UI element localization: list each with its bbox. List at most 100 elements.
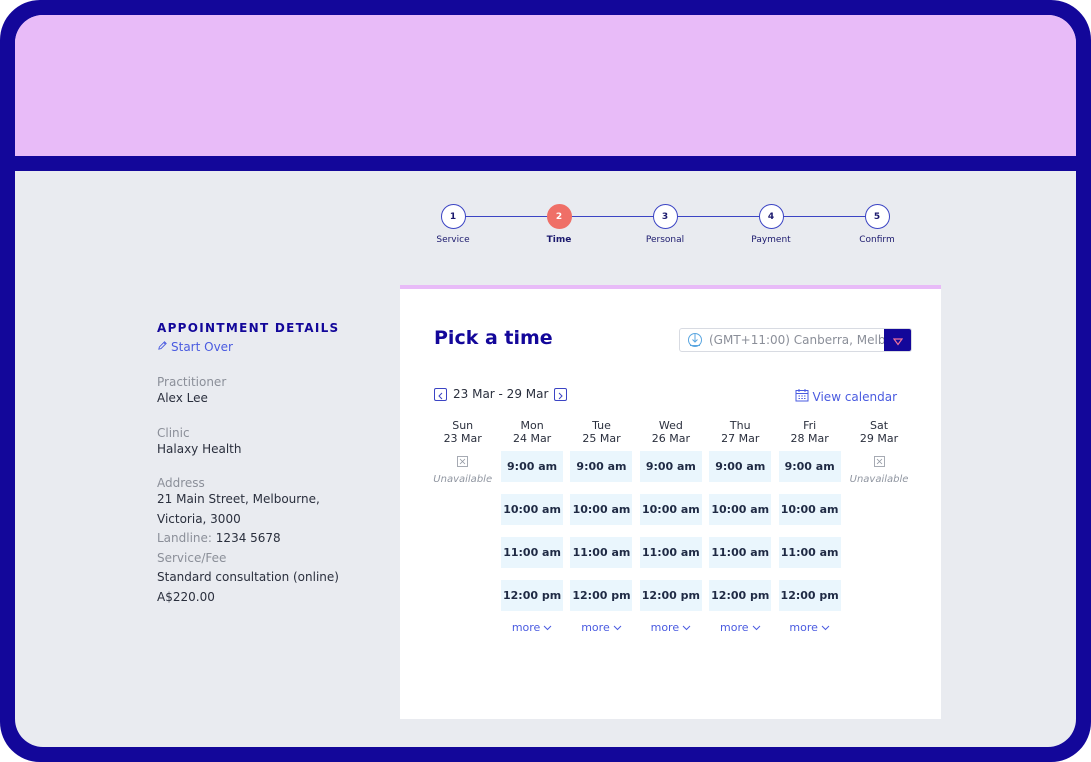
step-time[interactable]: 2 Time	[529, 204, 589, 245]
day-name: Wed	[658, 419, 683, 432]
prev-week-button[interactable]	[434, 385, 447, 404]
time-slot-button[interactable]: 11:00 am	[570, 537, 633, 568]
day-column-sun: Sun 23 Mar Unavailable	[428, 419, 497, 634]
time-picker-panel: Pick a time (GMT+11:00) Canberra, Melbou…	[400, 285, 941, 719]
day-date: 26 Mar	[651, 432, 690, 445]
day-date: 29 Mar	[859, 432, 899, 445]
address-label: Address	[157, 476, 205, 490]
more-times-link[interactable]: more	[512, 621, 553, 634]
day-date: 27 Mar	[721, 432, 760, 445]
chevron-down-icon	[543, 621, 552, 634]
step-payment[interactable]: 4 Payment	[741, 204, 801, 245]
landline-value: 1234 5678	[215, 531, 281, 545]
time-slots: 9:00 am 10:00 am 11:00 am 12:00 pm	[709, 451, 772, 611]
day-date: 25 Mar	[582, 432, 621, 445]
more-label: more	[789, 621, 818, 634]
day-column-sat: Sat 29 Mar Unavailable	[844, 419, 913, 634]
step-number: 1	[440, 204, 466, 229]
time-slot-button[interactable]: 10:00 am	[778, 494, 841, 525]
chevron-down-icon	[821, 621, 830, 634]
day-date: 28 Mar	[790, 432, 829, 445]
unavailable-icon	[873, 452, 885, 471]
unavailable-indicator: Unavailable	[433, 452, 492, 485]
day-name: Fri	[803, 419, 817, 432]
unavailable-icon	[457, 452, 469, 471]
start-over-label: Start Over	[171, 340, 233, 354]
time-slot-button[interactable]: 12:00 pm	[639, 580, 702, 611]
time-slot-button[interactable]: 9:00 am	[501, 451, 564, 482]
address-value: 21 Main Street, Melbourne, Victoria, 300…	[157, 492, 320, 526]
time-slot-button[interactable]: 9:00 am	[778, 451, 841, 482]
step-personal[interactable]: 3 Personal	[635, 204, 695, 245]
service-label: Service/Fee	[157, 550, 227, 565]
next-week-button[interactable]	[554, 385, 568, 404]
time-slot-button[interactable]: 10:00 am	[639, 494, 702, 525]
booking-stepper: 1 Service 2 Time 3 Personal 4 Payment 5 …	[15, 15, 1076, 275]
device-frame: 1 Service 2 Time 3 Personal 4 Payment 5 …	[0, 0, 1091, 762]
timezone-globe-icon	[684, 332, 706, 348]
app-screen: 1 Service 2 Time 3 Personal 4 Payment 5 …	[15, 15, 1076, 747]
more-times-link[interactable]: more	[581, 621, 622, 634]
clinic-value: Halaxy Health	[157, 441, 242, 456]
time-slot-button[interactable]: 9:00 am	[709, 451, 772, 482]
chevron-right-icon	[557, 385, 564, 404]
time-slot-button[interactable]: 10:00 am	[709, 494, 772, 525]
landline-label: Landline:	[157, 531, 212, 545]
chevron-left-icon	[437, 385, 444, 404]
time-slots: 9:00 am 10:00 am 11:00 am 12:00 pm	[570, 451, 633, 611]
view-calendar-link[interactable]: View calendar	[795, 388, 897, 405]
time-slot-button[interactable]: 11:00 am	[778, 537, 841, 568]
time-slot-button[interactable]: 10:00 am	[570, 494, 633, 525]
step-confirm[interactable]: 5 Confirm	[847, 204, 907, 245]
step-label: Service	[436, 235, 470, 245]
time-slots: 9:00 am 10:00 am 11:00 am 12:00 pm	[778, 451, 841, 611]
service-value: Standard consultation (online)	[157, 570, 339, 584]
step-number: 4	[758, 204, 784, 229]
time-slot-button[interactable]: 10:00 am	[501, 494, 564, 525]
unavailable-label: Unavailable	[433, 474, 493, 485]
calendar-icon	[795, 388, 809, 405]
chevron-down-icon	[892, 331, 903, 350]
step-number: 2	[546, 204, 572, 229]
time-slot-button[interactable]: 12:00 pm	[570, 580, 633, 611]
timezone-value: (GMT+11:00) Canberra, Melbourne, Sydney	[709, 333, 884, 347]
more-times-link[interactable]: more	[720, 621, 761, 634]
start-over-link[interactable]: Start Over	[157, 340, 377, 354]
time-slot-button[interactable]: 11:00 am	[709, 537, 772, 568]
time-slots: 9:00 am 10:00 am 11:00 am 12:00 pm	[501, 451, 564, 611]
step-label: Time	[546, 235, 572, 245]
day-name: Thu	[729, 419, 751, 432]
practitioner-label: Practitioner	[157, 375, 227, 389]
time-slot-button[interactable]: 9:00 am	[570, 451, 633, 482]
pencil-icon	[157, 340, 168, 354]
more-times-link[interactable]: more	[789, 621, 830, 634]
week-days: Sun 23 Mar Unavailable Mon 24 Mar 9:00 a…	[428, 419, 914, 634]
appointment-details: APPOINTMENT DETAILS Start Over Practitio…	[157, 321, 377, 607]
timezone-select[interactable]: (GMT+11:00) Canberra, Melbourne, Sydney	[679, 328, 912, 352]
day-column-tue: Tue 25 Mar 9:00 am 10:00 am 11:00 am 12:…	[567, 419, 636, 634]
chevron-down-icon	[613, 621, 622, 634]
step-label: Confirm	[859, 235, 895, 245]
time-slot-button[interactable]: 11:00 am	[639, 537, 702, 568]
step-number: 5	[864, 204, 890, 229]
time-slot-button[interactable]: 9:00 am	[639, 451, 702, 482]
step-label: Personal	[645, 235, 685, 245]
time-slot-button[interactable]: 12:00 pm	[501, 580, 564, 611]
unavailable-label: Unavailable	[849, 474, 909, 485]
chevron-down-icon	[752, 621, 761, 634]
more-label: more	[511, 621, 541, 634]
details-heading: APPOINTMENT DETAILS	[157, 321, 340, 335]
more-times-link[interactable]: more	[651, 621, 692, 634]
day-date: 24 Mar	[512, 432, 552, 445]
time-slot-button[interactable]: 12:00 pm	[778, 580, 841, 611]
day-column-fri: Fri 28 Mar 9:00 am 10:00 am 11:00 am 12:…	[775, 419, 844, 634]
timezone-dropdown-button[interactable]	[884, 329, 911, 351]
time-slot-button[interactable]: 11:00 am	[501, 537, 564, 568]
chevron-down-icon	[682, 621, 691, 634]
time-slot-button[interactable]: 12:00 pm	[709, 580, 772, 611]
day-date: 23 Mar	[443, 432, 482, 445]
clinic-label: Clinic	[157, 425, 190, 440]
week-navigation: 23 Mar - 29 Mar	[434, 385, 568, 404]
practitioner-value: Alex Lee	[157, 391, 208, 405]
step-service[interactable]: 1 Service	[423, 204, 483, 245]
